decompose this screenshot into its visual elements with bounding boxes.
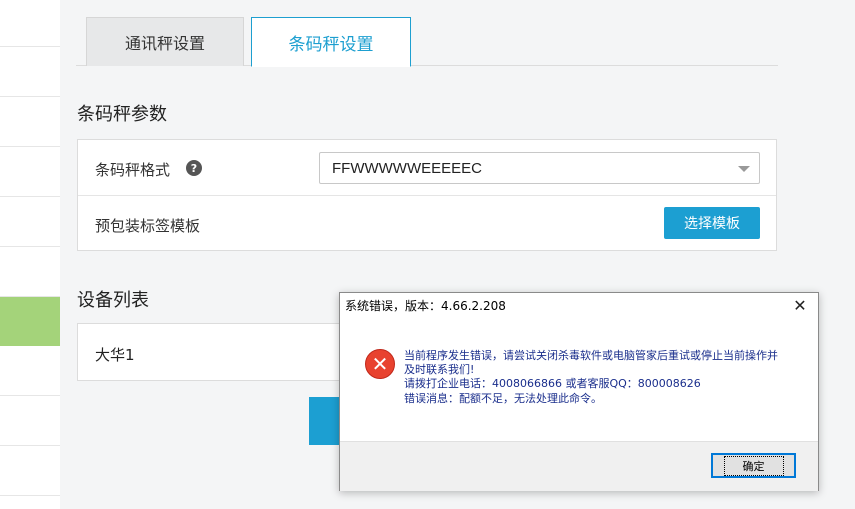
question-circle-icon[interactable]: ?	[186, 160, 202, 176]
tab-comm-scale-settings[interactable]: 通讯秤设置	[86, 17, 244, 66]
dialog-footer: 确定	[340, 441, 818, 491]
sidebar-item[interactable]	[0, 197, 60, 247]
format-select-value: FFWWWWWEEEEEC	[332, 159, 482, 177]
chevron-down-icon	[738, 166, 750, 172]
format-select[interactable]: FFWWWWWEEEEEC	[319, 152, 760, 184]
error-dialog: 系统错误，版本：4.66.2.208 ✕ ✕ 当前程序发生错误，请尝试关闭杀毒软…	[339, 292, 819, 491]
dialog-title: 系统错误，版本：4.66.2.208	[345, 299, 506, 313]
sidebar-item-active[interactable]	[0, 297, 60, 346]
sidebar-item[interactable]	[0, 247, 60, 297]
sidebar-item[interactable]	[0, 396, 60, 446]
error-x-icon: ✕	[365, 349, 395, 379]
sidebar-item[interactable]	[0, 346, 60, 396]
sidebar-item[interactable]	[0, 47, 60, 97]
device-list-title: 设备列表	[77, 290, 149, 311]
format-label: 条码秤格式	[95, 161, 171, 179]
choose-template-button[interactable]: 选择模板	[664, 207, 760, 239]
barcode-params-title: 条码秤参数	[77, 104, 167, 125]
close-icon[interactable]: ✕	[790, 295, 810, 315]
sidebar-item[interactable]	[0, 446, 60, 496]
ok-button-label: 确定	[723, 455, 784, 476]
left-sidebar	[0, 0, 60, 509]
template-label: 预包装标签模板	[95, 217, 201, 235]
device-item[interactable]: 大华1	[95, 344, 135, 365]
template-row: 预包装标签模板 选择模板	[78, 196, 776, 251]
error-message-line: 当前程序发生错误，请尝试关闭杀毒软件或电脑管家后重试或停止当前操作并	[404, 349, 778, 362]
error-message-line: 错误消息：配额不足，无法处理此命令。	[404, 392, 602, 405]
sidebar-item[interactable]	[0, 147, 60, 197]
sidebar-item[interactable]	[0, 97, 60, 147]
error-message-line: 请拨打企业电话：4008066866 或者客服QQ：800008626	[404, 377, 701, 390]
barcode-params-panel: 条码秤格式 ? FFWWWWWEEEEEC 预包装标签模板 选择模板	[77, 139, 777, 251]
format-row: 条码秤格式 ? FFWWWWWEEEEEC	[78, 140, 776, 196]
tab-barcode-scale-settings[interactable]: 条码秤设置	[251, 17, 411, 67]
sidebar-item[interactable]	[0, 0, 60, 47]
tab-bar: 通讯秤设置 条码秤设置	[76, 16, 778, 67]
ok-button[interactable]: 确定	[711, 453, 796, 478]
error-message-line: 及时联系我们!	[404, 363, 475, 376]
dialog-body: ✕ 当前程序发生错误，请尝试关闭杀毒软件或电脑管家后重试或停止当前操作并 及时联…	[340, 319, 818, 441]
